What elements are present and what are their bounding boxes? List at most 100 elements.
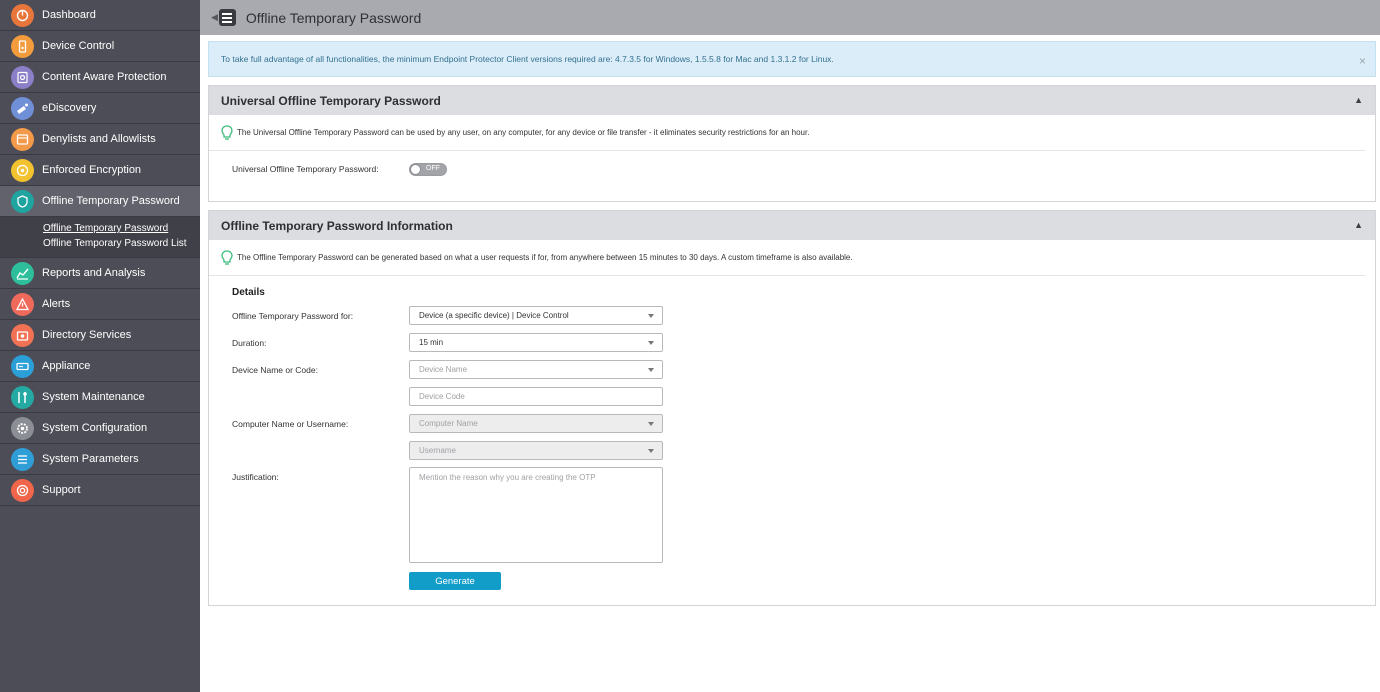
sidebar-item-label: System Configuration (42, 422, 148, 434)
otp-info-hint-text: The Offline Temporary Password can be ge… (237, 253, 853, 262)
chevron-up-icon[interactable]: ▲ (1354, 220, 1363, 230)
computer-label: Computer Name or Username: (232, 418, 349, 429)
sidebar-item-ediscovery[interactable]: eDiscovery (0, 93, 200, 124)
denylists-icon (11, 127, 34, 151)
otp-info-header[interactable]: Offline Temporary Password Information ▲ (209, 211, 1375, 240)
universal-otp-panel: Universal Offline Temporary Password ▲ T… (208, 85, 1376, 202)
directory-icon (11, 323, 34, 347)
universal-otp-toggle[interactable]: OFF (409, 162, 447, 176)
duration-label: Duration: (232, 337, 267, 348)
collapse-sidebar-icon[interactable]: ◀ (211, 12, 218, 23)
sidebar-item-otp[interactable]: Offline Temporary Password (0, 186, 200, 217)
chevron-down-icon (648, 368, 654, 372)
computer-name-placeholder: Computer Name (419, 419, 478, 428)
sidebar: Dashboard Device Control Content Aware Pro… (0, 0, 200, 692)
close-icon[interactable]: × (1359, 54, 1366, 68)
chevron-up-icon[interactable]: ▲ (1354, 95, 1363, 105)
reports-icon (11, 261, 34, 285)
sidebar-item-label: Content Aware Protection (42, 71, 167, 83)
toggle-state: OFF (426, 164, 440, 172)
device-control-icon (11, 34, 34, 58)
sidebar-item-denylists[interactable]: Denylists and Allowlists (0, 124, 200, 155)
ediscovery-icon (11, 96, 34, 120)
justification-textarea[interactable]: Mention the reason why you are creating … (409, 467, 663, 563)
toggle-knob (410, 163, 421, 175)
submenu-item-otp[interactable]: Offline Temporary Password (0, 221, 200, 236)
sidebar-item-parameters[interactable]: System Parameters (0, 444, 200, 475)
sidebar-item-device-control[interactable]: Device Control (0, 31, 200, 62)
appliance-icon (11, 354, 34, 378)
sidebar-item-label: Appliance (42, 360, 91, 372)
sidebar-item-label: eDiscovery (42, 102, 97, 114)
device-name-placeholder: Device Name (419, 365, 468, 374)
chevron-down-icon (648, 422, 654, 426)
lightbulb-icon (221, 124, 233, 140)
sidebar-item-support[interactable]: Support (0, 475, 200, 506)
otp-for-row: Offline Temporary Password for: Device (… (209, 306, 1375, 325)
page-header: ◀ Offline Temporary Password (200, 0, 1380, 35)
universal-otp-row: Universal Offline Temporary Password: OF… (209, 151, 1375, 187)
sidebar-item-label: Dashboard (42, 9, 96, 21)
device-code-placeholder: Device Code (419, 392, 465, 401)
sidebar-item-content-aware[interactable]: Content Aware Protection (0, 62, 200, 93)
generate-row: Generate (209, 572, 1375, 590)
generate-button[interactable]: Generate (409, 572, 501, 590)
otp-info-title: Offline Temporary Password Information (221, 218, 453, 233)
device-row: Device Name or Code: Device Name (209, 360, 1375, 379)
lightbulb-icon (221, 249, 233, 265)
sidebar-item-label: Device Control (42, 40, 115, 52)
otp-info-hint: The Offline Temporary Password can be ge… (209, 240, 1365, 276)
sidebar-item-maintenance[interactable]: System Maintenance (0, 382, 200, 413)
username-placeholder: Username (419, 446, 456, 455)
computer-row: Computer Name or Username: Computer Name (209, 414, 1375, 433)
sidebar-item-label: System Maintenance (42, 391, 145, 403)
username-select[interactable]: Username (409, 441, 663, 460)
device-code-row: Device Code (209, 387, 1375, 406)
sidebar-item-directory[interactable]: Directory Services (0, 320, 200, 351)
universal-otp-label: Universal Offline Temporary Password: (232, 164, 379, 174)
parameters-icon (11, 447, 34, 471)
alert-text: To take full advantage of all functional… (221, 54, 834, 64)
universal-hint-text: The Universal Offline Temporary Password… (237, 128, 810, 137)
sidebar-item-reports[interactable]: Reports and Analysis (0, 258, 200, 289)
info-alert: To take full advantage of all functional… (208, 41, 1376, 77)
otp-for-select[interactable]: Device (a specific device) | Device Cont… (409, 306, 663, 325)
maintenance-icon (11, 385, 34, 409)
duration-select[interactable]: 15 min (409, 333, 663, 352)
sidebar-item-encryption[interactable]: Enforced Encryption (0, 155, 200, 186)
chevron-down-icon (648, 341, 654, 345)
chevron-down-icon (648, 314, 654, 318)
universal-hint: The Universal Offline Temporary Password… (209, 115, 1365, 151)
duration-row: Duration: 15 min (209, 333, 1375, 352)
sidebar-item-label: Alerts (42, 298, 71, 310)
device-label: Device Name or Code: (232, 364, 318, 375)
menu-list-icon[interactable] (218, 9, 236, 26)
submenu-item-otp-list[interactable]: Offline Temporary Password List (0, 236, 200, 251)
dashboard-icon (11, 3, 34, 27)
main-content: To take full advantage of all functional… (208, 41, 1376, 606)
otp-for-label: Offline Temporary Password for: (232, 310, 354, 321)
sidebar-item-appliance[interactable]: Appliance (0, 351, 200, 382)
otp-icon (11, 189, 34, 213)
details-heading: Details (232, 287, 265, 298)
otp-for-value: Device (a specific device) | Device Cont… (419, 311, 569, 320)
computer-name-select[interactable]: Computer Name (409, 414, 663, 433)
encryption-icon (11, 158, 34, 182)
justification-row: Justification: Mention the reason why yo… (209, 467, 1375, 563)
device-name-select[interactable]: Device Name (409, 360, 663, 379)
page-title: Offline Temporary Password (245, 9, 422, 26)
universal-otp-header[interactable]: Universal Offline Temporary Password ▲ (209, 86, 1375, 115)
sidebar-item-alerts[interactable]: Alerts (0, 289, 200, 320)
sidebar-item-label: Enforced Encryption (42, 164, 142, 176)
sidebar-item-dashboard[interactable]: Dashboard (0, 0, 200, 31)
device-code-input[interactable]: Device Code (409, 387, 663, 406)
sidebar-item-label: Denylists and Allowlists (42, 133, 156, 145)
sidebar-item-configuration[interactable]: System Configuration (0, 413, 200, 444)
content-aware-icon (11, 65, 34, 89)
sidebar-item-label: Offline Temporary Password (42, 195, 180, 207)
justification-label: Justification: (232, 472, 279, 482)
support-icon (11, 478, 34, 502)
otp-submenu: Offline Temporary Password Offline Tempo… (0, 217, 200, 258)
sidebar-item-label: Support (42, 484, 81, 496)
configuration-icon (11, 416, 34, 440)
